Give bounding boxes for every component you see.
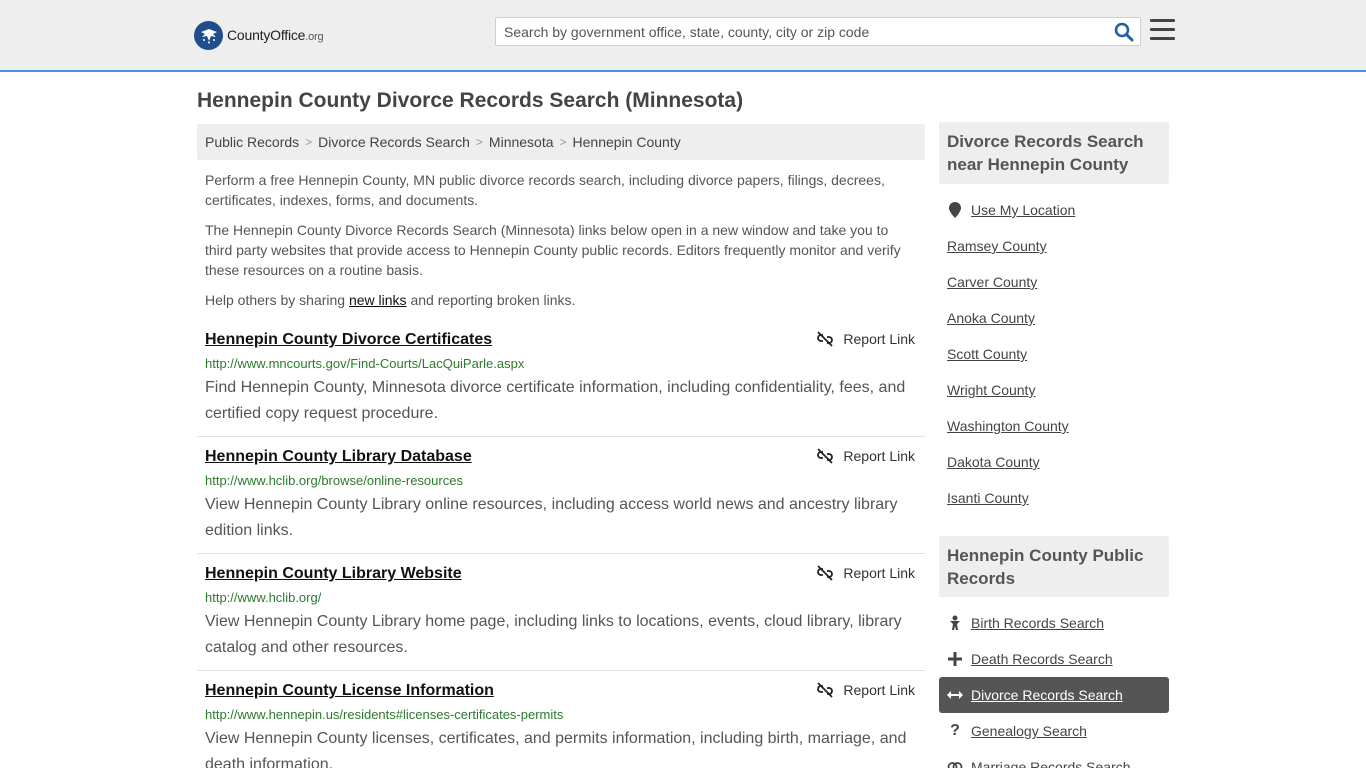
page-title: Hennepin County Divorce Records Search (… [197,89,744,112]
intro-share-text: Help others by sharing [205,292,349,308]
intro-report-text: and reporting broken links. [406,292,576,308]
record-description: View Hennepin County licenses, certifica… [205,730,907,768]
record-title-link[interactable]: Hennepin County Divorce Certificates [205,331,492,349]
intro-paragraph-1: Perform a free Hennepin County, MN publi… [205,172,885,208]
broken-link-icon [817,682,834,698]
record-item: Hennepin County Library Website Report L… [197,565,925,671]
rings-icon [947,759,963,768]
nearby-county-link[interactable]: Ramsey County [947,238,1047,254]
new-links-link[interactable]: new links [349,292,407,308]
divorce-records-label: Divorce Records Search [971,687,1123,703]
question-icon: ? [950,722,960,739]
report-link-button[interactable]: Report Link [817,682,915,698]
search-input[interactable] [496,18,1106,45]
breadcrumb: Public Records > Divorce Records Search … [197,124,925,160]
report-link-label: Report Link [843,331,915,347]
marriage-records-link[interactable]: Marriage Records Search [939,749,1169,768]
breadcrumb-minnesota[interactable]: Minnesota [489,134,554,150]
logo-org-text: .org [305,31,324,43]
chevron-right-icon: > [559,135,567,149]
breadcrumb-public-records[interactable]: Public Records [205,134,299,150]
site-logo[interactable]: CountyOffice.org [194,20,324,50]
report-link-button[interactable]: Report Link [817,331,915,347]
marriage-records-label: Marriage Records Search [971,759,1131,768]
record-item: Hennepin County Library Database Report … [197,448,925,554]
search-icon[interactable] [1114,22,1134,42]
nearby-county-link[interactable]: Dakota County [947,454,1040,470]
birth-records-label: Birth Records Search [971,615,1105,631]
genealogy-search-link[interactable]: ? Genealogy Search [939,713,1169,749]
chevron-right-icon: > [475,135,483,149]
logo-text: CountyOffice.org [227,27,324,43]
broken-link-icon [817,331,834,347]
intro-paragraph-3: Help others by sharing new links and rep… [205,290,917,310]
use-my-location-link[interactable]: Use My Location [939,192,1169,228]
broken-link-icon [817,565,834,581]
map-pin-icon [947,202,963,218]
intro-paragraph-2: The Hennepin County Divorce Records Sear… [205,222,901,278]
broken-link-icon [817,448,834,464]
divorce-records-link[interactable]: Divorce Records Search [939,677,1169,713]
report-link-button[interactable]: Report Link [817,565,915,581]
record-description: Find Hennepin County, Minnesota divorce … [205,379,906,422]
nearby-county-link[interactable]: Carver County [947,274,1037,290]
breadcrumb-divorce-records[interactable]: Divorce Records Search [318,134,470,150]
chevron-right-icon: > [305,135,313,149]
report-link-label: Report Link [843,448,915,464]
record-description: View Hennepin County Library online reso… [205,496,898,539]
record-url: http://www.mncourts.gov/Find-Courts/LacQ… [205,356,525,371]
record-url: http://www.hclib.org/ [205,590,322,605]
record-item: Hennepin County License Information Repo… [197,682,925,768]
use-my-location-label: Use My Location [971,202,1076,218]
record-item: Hennepin County Divorce Certificates Rep… [197,331,925,437]
nearby-county-link[interactable]: Washington County [947,418,1069,434]
cross-icon [947,651,963,667]
nearby-county-link[interactable]: Isanti County [947,490,1029,506]
report-link-button[interactable]: Report Link [817,448,915,464]
nearby-heading: Divorce Records Search near Hennepin Cou… [939,122,1169,184]
record-url: http://www.hennepin.us/residents#license… [205,707,564,722]
logo-main-text: CountyOffice [227,27,306,43]
record-description: View Hennepin County Library home page, … [205,613,902,656]
death-records-label: Death Records Search [971,651,1113,667]
record-title-link[interactable]: Hennepin County License Information [205,682,494,700]
baby-icon [947,615,963,631]
nearby-county-link[interactable]: Anoka County [947,310,1035,326]
breadcrumb-current: Hennepin County [572,134,681,150]
report-link-label: Report Link [843,682,915,698]
genealogy-search-label: Genealogy Search [971,723,1087,739]
arrows-horizontal-icon [947,687,963,703]
hamburger-menu-icon[interactable] [1150,19,1175,41]
death-records-link[interactable]: Death Records Search [939,641,1169,677]
site-header: CountyOffice.org [0,0,1366,72]
record-url: http://www.hclib.org/browse/online-resou… [205,473,463,488]
record-title-link[interactable]: Hennepin County Library Website [205,565,462,583]
nearby-county-link[interactable]: Wright County [947,382,1035,398]
birth-records-link[interactable]: Birth Records Search [939,605,1169,641]
record-title-link[interactable]: Hennepin County Library Database [205,448,472,466]
search-box [495,17,1141,46]
public-records-heading: Hennepin County Public Records [939,536,1169,597]
nearby-county-link[interactable]: Scott County [947,346,1027,362]
eagle-seal-icon [194,20,223,50]
report-link-label: Report Link [843,565,915,581]
